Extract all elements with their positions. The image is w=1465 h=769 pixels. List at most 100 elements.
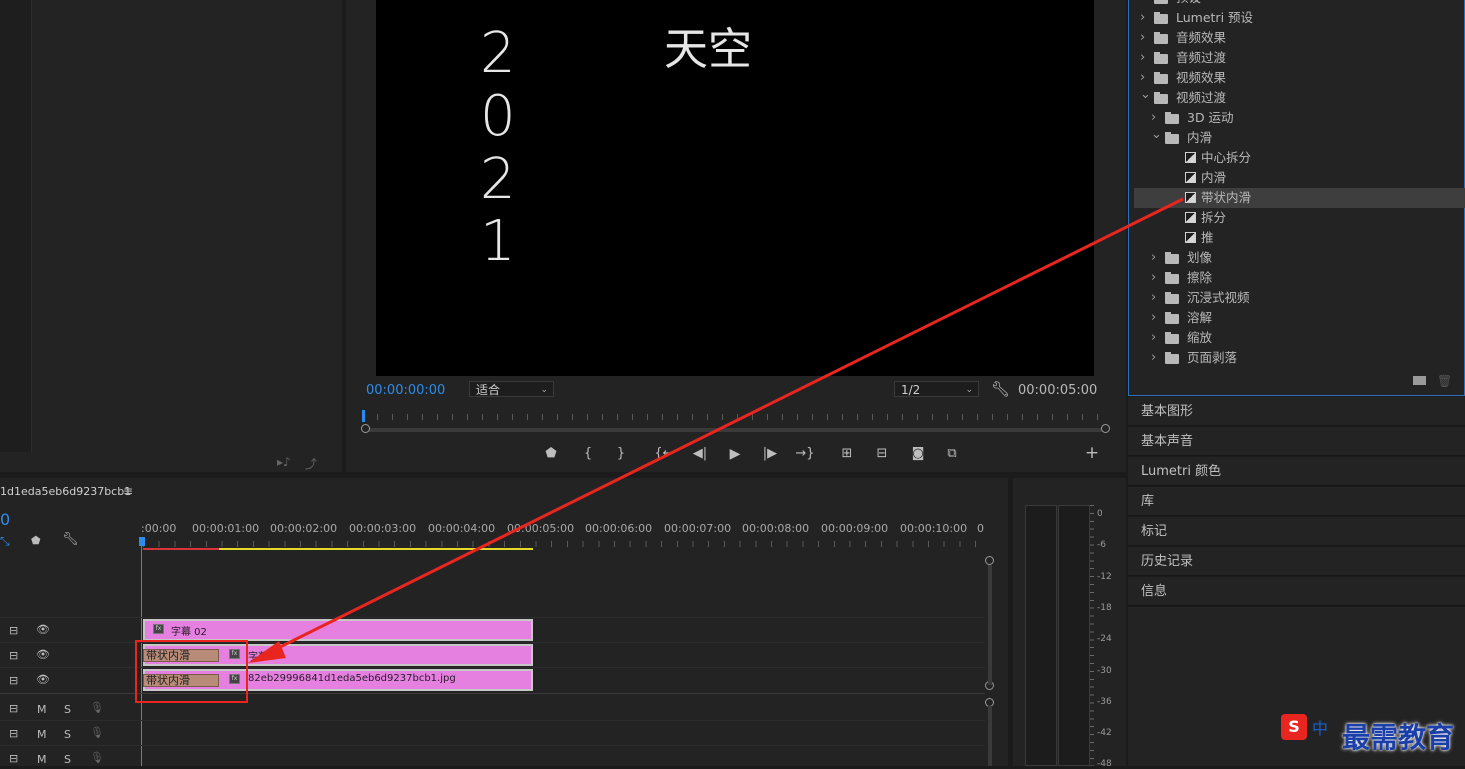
program-current-timecode[interactable]: 00:00:00:00 (366, 383, 445, 398)
chevron-right-icon[interactable]: › (1151, 268, 1156, 288)
scroll-handle-top[interactable] (985, 556, 994, 565)
add-marker-icon[interactable]: ⬟ (541, 446, 561, 462)
solo-button[interactable]: S (64, 753, 71, 766)
folder-icon (1154, 12, 1168, 24)
effects-folder[interactable]: › 沉浸式视频 (1134, 288, 1465, 308)
solo-button[interactable]: S (64, 703, 71, 716)
mute-button[interactable]: M (37, 753, 47, 766)
eye-icon[interactable]: 👁︎ (36, 648, 50, 661)
step-back-icon[interactable]: ◀| (690, 446, 710, 462)
timeline-timecode[interactable]: 0 (0, 510, 10, 529)
panel-markers[interactable]: 标记 (1128, 517, 1465, 546)
panel-libraries[interactable]: 库 (1128, 487, 1465, 516)
timeline-vertical-scroll[interactable] (985, 556, 994, 766)
new-bin-icon[interactable] (1413, 376, 1426, 385)
chevron-right-icon[interactable]: › (1151, 308, 1156, 328)
effect-item[interactable]: 内滑 (1134, 168, 1465, 188)
effects-folder[interactable]: › 视频效果 (1134, 68, 1465, 88)
effects-folder[interactable]: › 缩放 (1134, 328, 1465, 348)
video-year-char-1: 2 (480, 21, 516, 86)
trash-icon[interactable]: 🗑︎ (1437, 374, 1452, 388)
effect-item[interactable]: 推 (1134, 228, 1465, 248)
panel-lumetri-color[interactable]: Lumetri 颜色 (1128, 457, 1465, 486)
panel-essential-graphics[interactable]: 基本图形 (1128, 397, 1465, 426)
chevron-down-icon[interactable]: ⌄ (1140, 85, 1151, 105)
sequence-menu-icon[interactable]: ≡ (123, 484, 133, 498)
panel-info[interactable]: 信息 (1128, 577, 1465, 606)
chevron-right-icon[interactable]: › (1151, 348, 1156, 368)
effect-item[interactable]: 中心拆分 (1134, 148, 1465, 168)
zoom-handle-right[interactable] (1101, 424, 1110, 433)
program-zoom-bar[interactable] (361, 424, 1110, 433)
effects-folder[interactable]: › 3D 运动 (1134, 108, 1465, 128)
effects-folder[interactable]: ⌄ 视频过渡 (1134, 85, 1465, 108)
video-track-v2-toggle-icon[interactable]: ⊟ (9, 649, 18, 662)
panel-essential-sound[interactable]: 基本声音 (1128, 427, 1465, 456)
eye-icon[interactable]: 👁︎ (36, 673, 50, 686)
compare-view-icon[interactable]: ⧉ (942, 446, 962, 462)
audio-only-icon[interactable]: ▸♪ (277, 455, 291, 469)
audio-track-a1-toggle-icon[interactable]: ⊟ (9, 702, 18, 715)
step-forward-icon[interactable]: |▶ (760, 446, 780, 462)
chevron-down-icon[interactable]: ⌄ (1151, 125, 1162, 145)
transition-v1[interactable]: 带状内滑 (143, 674, 219, 687)
video-track-v1-toggle-icon[interactable]: ⊟ (9, 674, 18, 687)
mark-in-icon[interactable]: { (578, 446, 598, 462)
eye-icon[interactable]: 👁︎ (36, 623, 50, 636)
extract-icon[interactable]: ⊟ (872, 446, 892, 462)
zoom-handle-left[interactable] (361, 424, 370, 433)
chevron-right-icon[interactable]: › (1151, 288, 1156, 308)
effect-item[interactable]: 拆分 (1134, 208, 1465, 228)
sequence-tab-name[interactable]: 1d1eda5eb6d9237bcb1 (0, 485, 131, 498)
effects-folder[interactable]: › 划像 (1134, 248, 1465, 268)
add-button-icon[interactable]: + (1082, 445, 1102, 462)
linked-selection-icon[interactable]: ⤡ (0, 534, 10, 549)
microphone-icon[interactable]: 🎙︎ (90, 726, 104, 739)
mark-out-icon[interactable]: } (611, 446, 631, 462)
effects-folder[interactable]: › 擦除 (1134, 268, 1465, 288)
play-icon[interactable]: ▶ (725, 446, 745, 462)
effects-folder[interactable]: › 溶解 (1134, 308, 1465, 328)
chevron-right-icon[interactable]: › (1140, 8, 1145, 28)
video-track-v3-toggle-icon[interactable]: ⊟ (9, 624, 18, 637)
chevron-right-icon[interactable]: › (1151, 328, 1156, 348)
wrench-icon[interactable]: 🔧︎ (991, 380, 1010, 398)
panel-history[interactable]: 历史记录 (1128, 547, 1465, 576)
microphone-icon[interactable]: 🎙︎ (90, 701, 104, 714)
ruler-time-label: 00:00:10:00 (900, 522, 968, 535)
mute-button[interactable]: M (37, 703, 47, 716)
mute-button[interactable]: M (37, 728, 47, 741)
add-marker-icon[interactable]: ⬟ (31, 534, 41, 547)
audio-track-a3-toggle-icon[interactable]: ⊟ (9, 752, 18, 765)
db-scale-label: -12 (1097, 571, 1112, 582)
solo-button[interactable]: S (64, 728, 71, 741)
watermark-brand: 最需教育 (1342, 721, 1455, 754)
clip-v3-subtitle[interactable]: fx 字幕 02 (143, 619, 533, 641)
chevron-right-icon[interactable]: › (1140, 48, 1145, 68)
timeline-playhead[interactable] (141, 537, 142, 766)
playhead-marker[interactable] (362, 410, 365, 422)
go-to-in-icon[interactable]: {← (654, 446, 674, 462)
program-scrub-bar[interactable] (362, 410, 1106, 424)
lift-icon[interactable]: ⊞ (837, 446, 857, 462)
chevron-right-icon[interactable]: › (1140, 0, 1145, 8)
effects-folder[interactable]: › 页面剥落 (1134, 348, 1465, 368)
resolution-select[interactable]: 1/2 ⌄ (894, 381, 979, 397)
fit-select[interactable]: 适合 ⌄ (469, 381, 554, 397)
effects-folder[interactable]: ⌄ 内滑 (1134, 125, 1465, 148)
transition-v2[interactable]: 带状内滑 (143, 649, 219, 662)
audio-track-a2-toggle-icon[interactable]: ⊟ (9, 727, 18, 740)
microphone-icon[interactable]: 🎙︎ (90, 751, 104, 764)
timeline-wrench-icon[interactable]: 🔧︎ (62, 532, 79, 547)
chevron-right-icon[interactable]: › (1151, 248, 1156, 268)
effects-folder[interactable]: › 预设 (1134, 0, 1465, 8)
effects-folder[interactable]: › 音频过渡 (1134, 48, 1465, 68)
go-to-out-icon[interactable]: →} (795, 446, 815, 462)
export-frame-icon[interactable]: ⤴ (305, 455, 317, 472)
effect-item[interactable]: 带状内滑 (1134, 188, 1465, 208)
camera-icon[interactable]: ◙ (908, 446, 928, 462)
effects-folder[interactable]: › Lumetri 预设 (1134, 8, 1465, 28)
playhead-head[interactable] (139, 537, 145, 546)
chevron-right-icon[interactable]: › (1140, 28, 1145, 48)
effects-folder[interactable]: › 音频效果 (1134, 28, 1465, 48)
